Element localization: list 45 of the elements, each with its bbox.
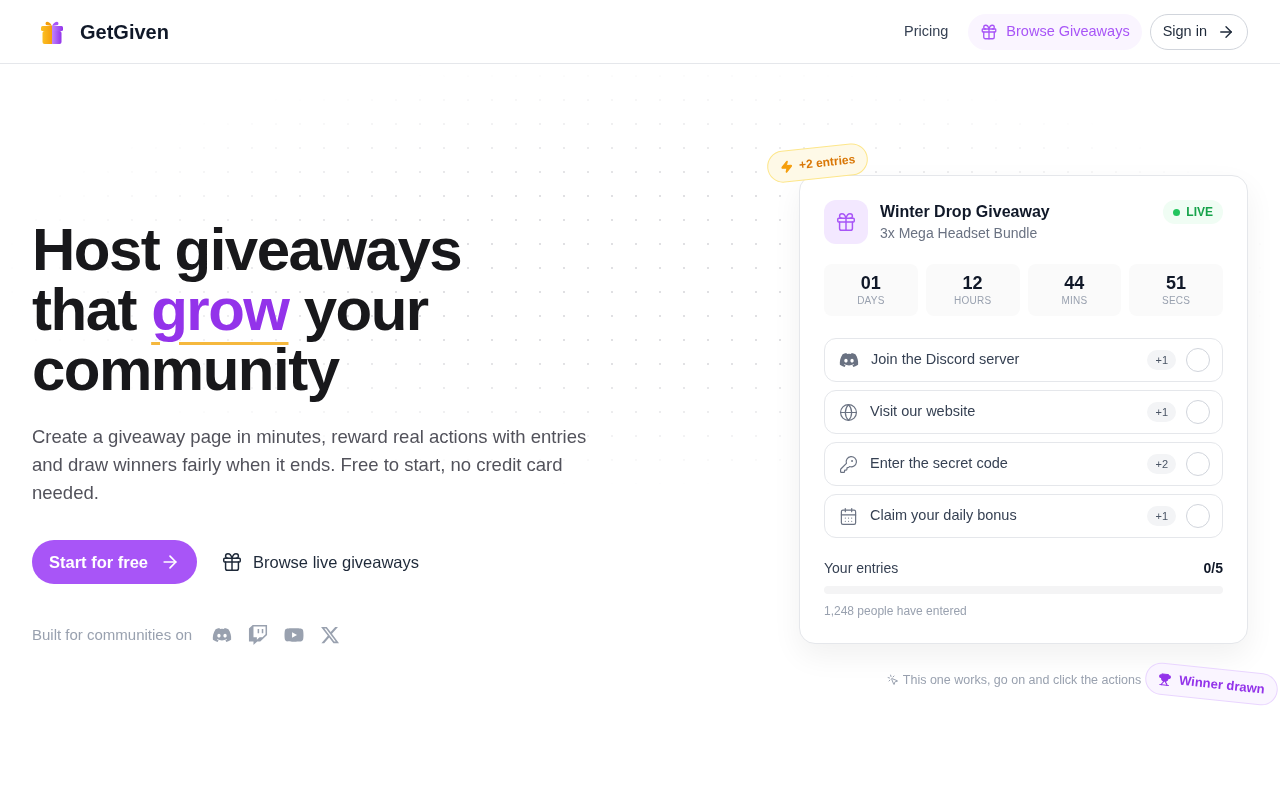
trophy-icon (1157, 671, 1173, 687)
calendar-icon (839, 506, 858, 526)
x-logo-icon (320, 625, 341, 646)
countdown-value: 01 (860, 272, 881, 294)
nav-link[interactable]: Pricing (892, 12, 961, 51)
giveaway-title: Winter Drop Giveaway (880, 202, 1050, 222)
brand-name: GetGiven (80, 19, 169, 45)
hint-text: This one works, go on and click the actions (902, 671, 1142, 689)
points-badge: +1 (1147, 506, 1176, 526)
globe-icon (839, 402, 858, 422)
countdown-unit: DAYS (857, 294, 885, 308)
countdown-value: 51 (1166, 272, 1187, 294)
countdown-value: 44 (1064, 272, 1085, 294)
live-label: LIVE (1186, 204, 1213, 221)
lightning-icon (779, 159, 794, 174)
pointer-click-icon (886, 674, 899, 686)
countdown-value: 12 (962, 272, 983, 294)
points-badge: +1 (1147, 402, 1176, 422)
hero-description: Create a giveaway page in minutes, reward real actions with entries and draw winners fairly when it ends. Free to start, no credit card needed. (32, 425, 588, 505)
bonus-entries-label: +2 entries (798, 151, 857, 174)
twitch-icon (248, 625, 269, 646)
winner-badge-label: Winner drawn (1178, 671, 1266, 699)
task-button[interactable]: Claim your daily bonus +1 (824, 494, 1223, 538)
start-button[interactable]: Start for free (32, 540, 198, 584)
nav-highlight-link[interactable]: Browse Giveaways (968, 13, 1142, 50)
gift-icon (980, 22, 999, 41)
giveaway-subtitle: 3x Mega Headset Bundle (880, 224, 1039, 243)
hero-headline: Host giveaways that grow your community (32, 220, 463, 400)
entries-label: Your entries (824, 559, 899, 578)
countdown-unit: HOURS (953, 294, 992, 308)
key-icon (839, 454, 858, 474)
task-button[interactable]: Join the Discord server +1 (824, 338, 1223, 382)
entries-count: 0/5 (1203, 559, 1223, 578)
task-button[interactable]: Enter the secret code +2 (824, 442, 1223, 486)
points-badge: +1 (1147, 350, 1176, 370)
browse-link[interactable]: Browse live giveaways (221, 549, 419, 575)
discord-icon (839, 350, 859, 370)
platforms-label: Built for communities on (32, 625, 193, 645)
task-button[interactable]: Visit our website +1 (824, 390, 1223, 434)
points-badge: +2 (1147, 454, 1176, 474)
participants-count: 1,248 people have entered (824, 603, 968, 619)
countdown-unit: SECS (1162, 294, 1191, 308)
gift-icon (221, 551, 244, 573)
countdown-unit: MINS (1061, 294, 1088, 308)
gift-tile-icon (824, 200, 868, 244)
